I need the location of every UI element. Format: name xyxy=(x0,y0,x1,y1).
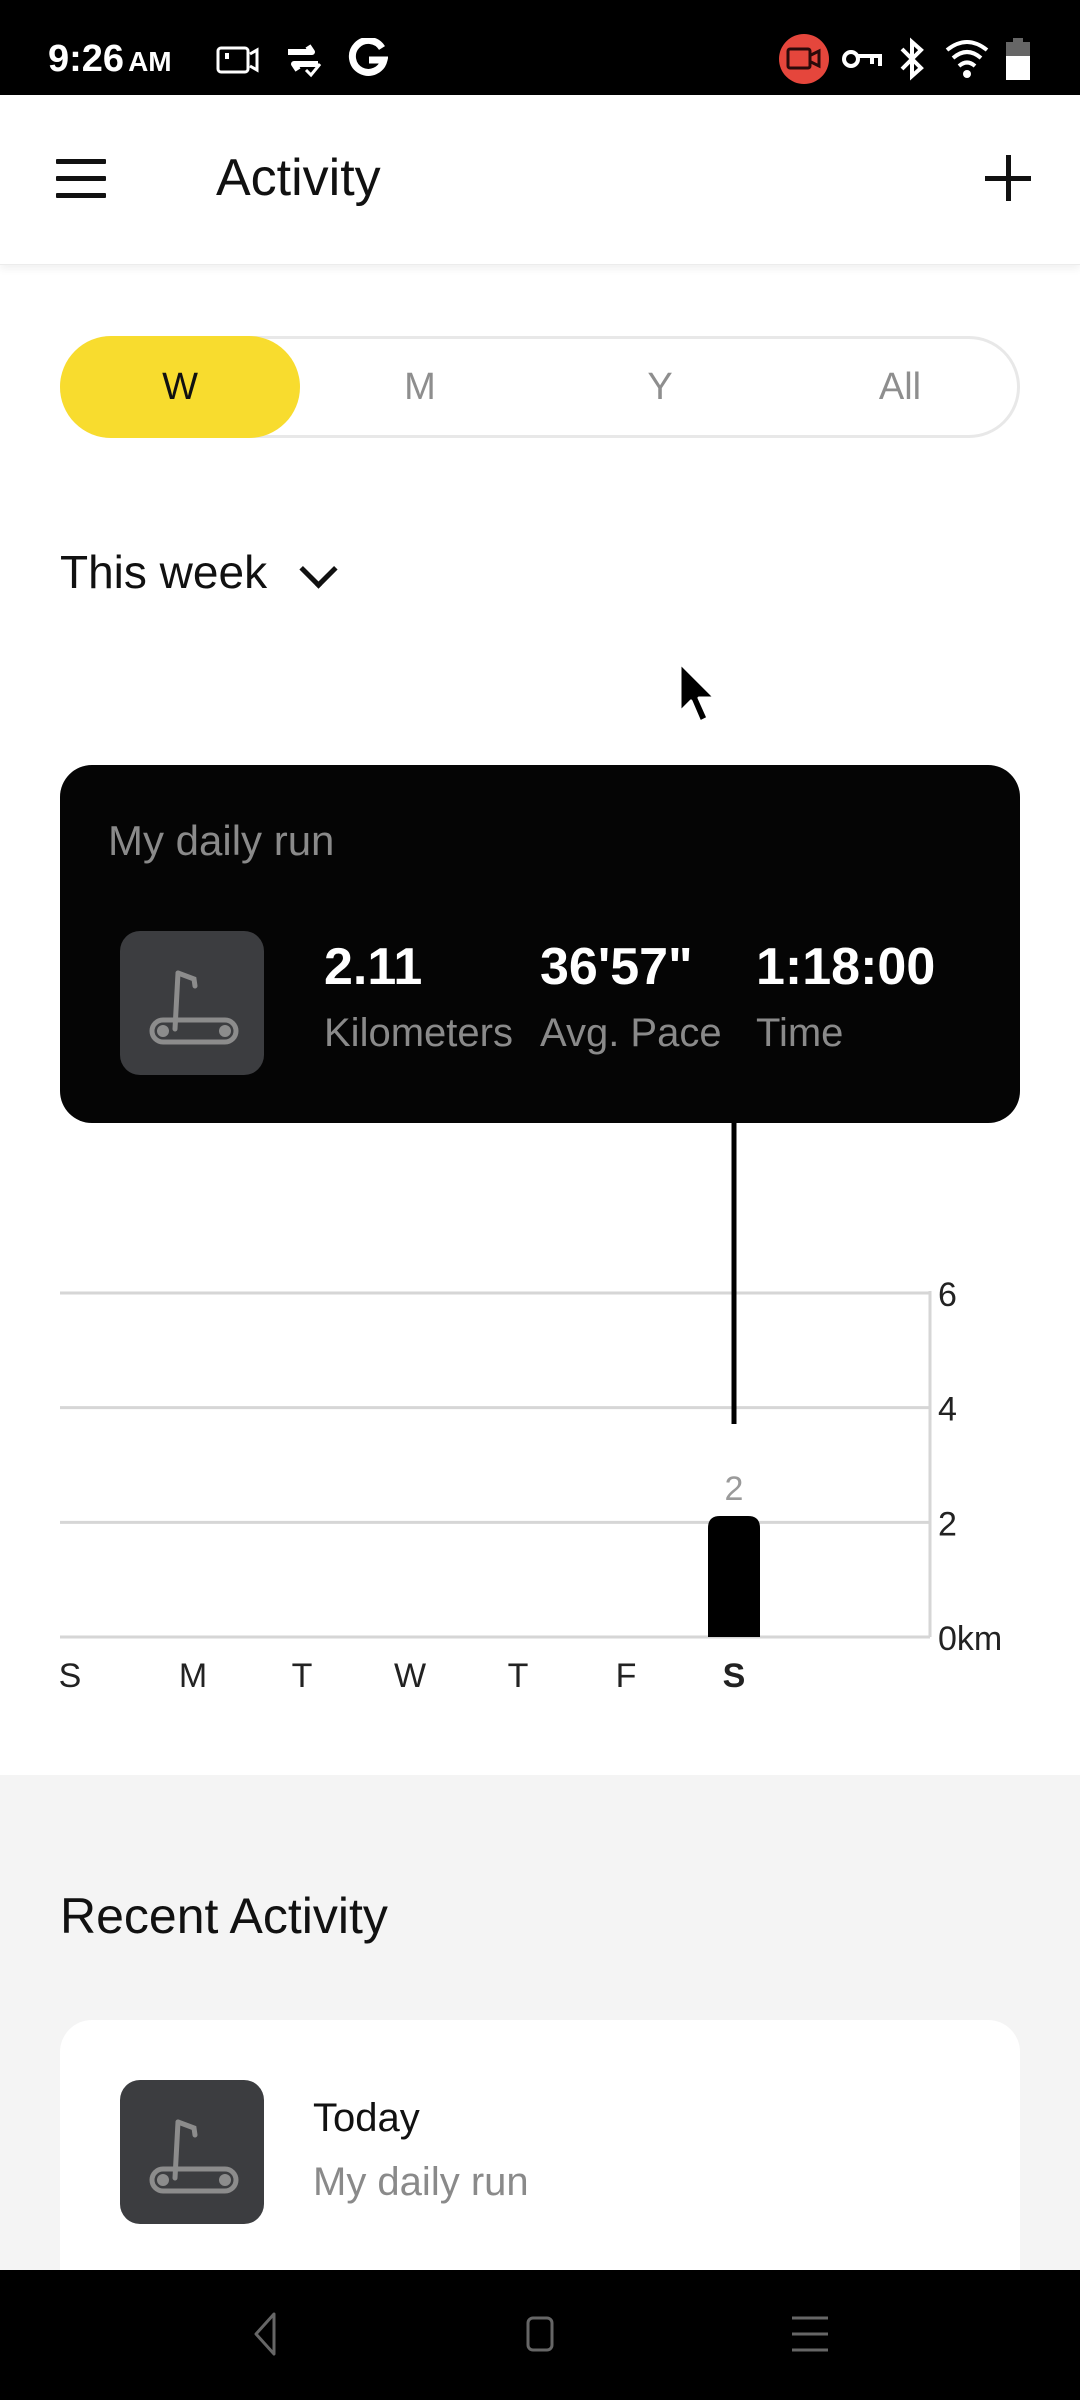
bluetooth-icon xyxy=(900,37,924,81)
x-tick-label: M xyxy=(179,1657,207,1695)
chevron-down-icon xyxy=(297,552,337,592)
x-tick-label: F xyxy=(616,1657,637,1695)
y-tick-label: 6 xyxy=(938,1276,957,1314)
stat-distance-label: Kilometers xyxy=(324,1011,513,1055)
period-dropdown[interactable]: This week xyxy=(60,540,337,604)
treadmill-icon xyxy=(120,931,264,1075)
stat-distance: 2.11 Kilometers xyxy=(324,937,513,1056)
period-label: This week xyxy=(60,546,268,598)
vpn-key-icon xyxy=(842,50,882,68)
stat-pace-value: 36'57" xyxy=(540,938,693,996)
x-tick-label: S xyxy=(723,1657,746,1695)
weekly-distance-chart: 0km 2 4 6 2 S M T W T F S xyxy=(0,1123,1080,1703)
wifi-icon xyxy=(945,40,989,78)
status-time: 9:26 AM xyxy=(48,38,172,81)
stat-pace: 36'57" Avg. Pace xyxy=(540,937,722,1056)
recent-activity-section: Recent Activity Today My daily run xyxy=(0,1775,1080,2320)
battery-icon xyxy=(1006,38,1030,80)
x-tick-label: S xyxy=(59,1657,82,1695)
segment-week[interactable]: W xyxy=(60,336,300,438)
recent-item-date: Today xyxy=(313,2096,420,2140)
period-segmented-control: W M Y All xyxy=(60,336,1020,438)
stat-time-value: 1:18:00 xyxy=(756,938,936,996)
bar xyxy=(708,1516,760,1637)
screen-record-icon xyxy=(216,46,259,74)
stat-pace-label: Avg. Pace xyxy=(540,1011,722,1055)
stat-time: 1:18:00 Time xyxy=(756,937,935,1056)
segment-year[interactable]: Y xyxy=(540,336,780,438)
x-tick-label: T xyxy=(292,1657,313,1695)
segment-month[interactable]: M xyxy=(300,336,540,438)
bar-value-label: 2 xyxy=(725,1470,744,1508)
chart-svg: 0km 2 4 6 2 S M T W T F S xyxy=(59,1123,1002,1695)
selected-day-summary-card[interactable]: My daily run 2.11 Kilometers 36'57" Avg.… xyxy=(60,765,1020,1123)
treadmill-icon xyxy=(120,2080,264,2224)
segment-all[interactable]: All xyxy=(780,336,1020,438)
y-tick-label: 2 xyxy=(938,1505,957,1543)
stat-distance-value: 2.11 xyxy=(324,938,423,996)
system-nav-bar xyxy=(0,2270,1080,2400)
page-title: Activity xyxy=(216,149,381,207)
mouse-pointer-icon xyxy=(678,661,717,724)
stat-time-label: Time xyxy=(756,1011,844,1055)
status-time-value: 9:26 xyxy=(48,38,125,80)
recording-badge-icon xyxy=(779,34,829,84)
home-icon[interactable] xyxy=(510,2304,570,2364)
x-tick-label: T xyxy=(508,1657,529,1695)
app-bar: Activity xyxy=(0,95,1080,265)
plus-icon[interactable] xyxy=(980,151,1036,207)
back-icon[interactable] xyxy=(236,2304,296,2364)
x-tick-label: W xyxy=(394,1657,426,1695)
google-icon xyxy=(348,38,388,76)
hamburger-menu-icon[interactable] xyxy=(50,155,110,205)
recent-activity-title: Recent Activity xyxy=(60,1888,388,1944)
recents-icon[interactable] xyxy=(780,2304,840,2364)
status-bar: 9:26 AM xyxy=(0,0,1080,95)
recent-item-name: My daily run xyxy=(313,2160,529,2204)
y-tick-label: 0km xyxy=(938,1620,1002,1658)
sync-icon xyxy=(288,44,322,78)
y-tick-label: 4 xyxy=(938,1391,957,1429)
status-ampm: AM xyxy=(128,46,172,77)
summary-title: My daily run xyxy=(108,817,335,864)
activity-screen: 9:26 AM Activity W M Y All This week My d… xyxy=(0,0,1080,2400)
